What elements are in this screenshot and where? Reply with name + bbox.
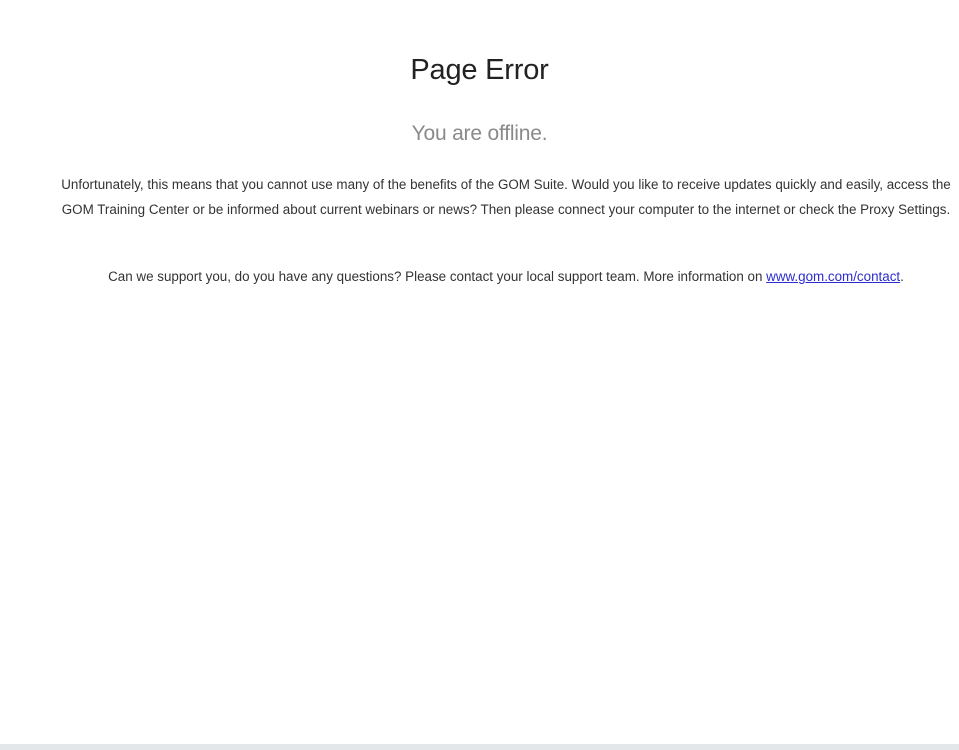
error-page: Page Error You are offline. Unfortunatel…	[0, 0, 959, 744]
support-text: Can we support you, do you have any ques…	[108, 269, 767, 284]
page-subtitle: You are offline.	[411, 122, 548, 145]
support-suffix: .	[900, 269, 904, 284]
offline-message: Unfortunately, this means that you canno…	[61, 177, 951, 217]
contact-link[interactable]: www.gom.com/contact	[766, 269, 900, 284]
page-title: Page Error	[410, 54, 549, 86]
support-message: Can we support you, do you have any ques…	[30, 264, 959, 289]
bottom-bar	[0, 744, 959, 750]
